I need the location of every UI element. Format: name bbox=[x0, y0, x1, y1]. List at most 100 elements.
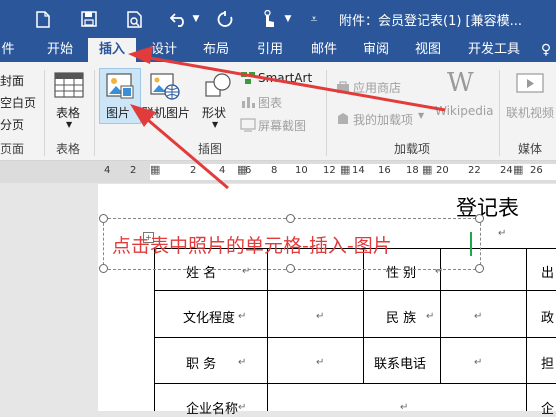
ruler-number: 2 bbox=[190, 165, 197, 176]
my-addins-button[interactable]: 我的加载项 bbox=[353, 111, 413, 128]
resize-handle[interactable] bbox=[286, 264, 295, 273]
table-cell[interactable]: 文化程度 bbox=[183, 307, 235, 326]
window-title: 附件：会员登记表(1) [兼容模... bbox=[339, 14, 523, 29]
online-video-icon bbox=[516, 72, 544, 96]
undo-dropdown-icon[interactable]: ▼ bbox=[190, 7, 202, 31]
print-preview-icon[interactable] bbox=[124, 7, 146, 31]
paragraph-mark: ↵ bbox=[238, 311, 247, 322]
undo-icon[interactable] bbox=[168, 7, 190, 31]
paragraph-mark: ↵ bbox=[400, 402, 409, 413]
tab-layout[interactable]: 布局 bbox=[196, 38, 236, 62]
text-cursor bbox=[470, 232, 472, 256]
resize-handle[interactable] bbox=[286, 214, 295, 223]
ruler-number: 16 bbox=[378, 165, 391, 176]
ruler-number: 2 bbox=[130, 165, 137, 176]
touch-mode-icon[interactable] bbox=[258, 7, 280, 31]
ruler-number: 24 bbox=[500, 165, 513, 176]
shapes-icon[interactable] bbox=[204, 72, 232, 100]
screenshot-button[interactable]: 屏幕截图 bbox=[258, 117, 306, 134]
chevron-down-icon[interactable]: ▼ bbox=[212, 120, 218, 129]
tell-me-icon[interactable]: ♀ bbox=[536, 38, 556, 62]
store-button[interactable]: 应用商店 bbox=[353, 79, 401, 96]
online-picture-button[interactable]: 联机图片 bbox=[142, 104, 190, 121]
page-break-button[interactable]: 分页 bbox=[0, 116, 24, 133]
tab-developer[interactable]: 开发工具 bbox=[464, 38, 524, 62]
ruler-column-marker[interactable]: ▦ bbox=[340, 163, 350, 176]
table-group-label: 表格 bbox=[56, 142, 81, 156]
shapes-button[interactable]: 形状 bbox=[202, 104, 226, 121]
ruler-column-marker[interactable]: ▦ bbox=[237, 163, 247, 176]
store-icon bbox=[336, 79, 350, 93]
table-cell[interactable]: 担 bbox=[541, 353, 554, 372]
tab-view[interactable]: 视图 bbox=[408, 38, 448, 62]
online-picture-icon[interactable] bbox=[150, 72, 180, 100]
paragraph-mark: ↵ bbox=[238, 357, 247, 368]
customize-qat-icon[interactable]: ⩡ bbox=[306, 7, 322, 31]
table-border bbox=[267, 248, 268, 411]
my-addins-icon bbox=[336, 111, 350, 125]
wikipedia-icon: W bbox=[447, 68, 474, 98]
resize-handle[interactable] bbox=[99, 264, 108, 273]
resize-handle[interactable] bbox=[99, 214, 108, 223]
ruler-column-marker[interactable]: ▦ bbox=[150, 163, 160, 176]
table-icon[interactable] bbox=[54, 72, 84, 98]
tab-references[interactable]: 引用 bbox=[250, 38, 290, 62]
table-border bbox=[154, 337, 556, 338]
online-video-button[interactable]: 联机视频 bbox=[506, 104, 554, 121]
tab-review[interactable]: 审阅 bbox=[356, 38, 396, 62]
resize-handle[interactable] bbox=[475, 264, 484, 273]
smartart-icon bbox=[240, 70, 256, 86]
table-border bbox=[154, 383, 556, 384]
table-cell[interactable]: 出 bbox=[541, 262, 554, 281]
picture-icon bbox=[106, 72, 134, 100]
ruler-number: 14 bbox=[352, 165, 365, 176]
chevron-down-icon[interactable]: ▼ bbox=[418, 111, 424, 120]
table-border bbox=[154, 248, 155, 411]
screenshot-icon bbox=[240, 117, 256, 132]
save-icon[interactable] bbox=[78, 7, 100, 31]
table-cell[interactable]: 职 务 bbox=[186, 353, 216, 372]
smartart-button[interactable]: SmartArt bbox=[258, 71, 312, 85]
blank-page-button[interactable]: 空白页 bbox=[0, 94, 36, 111]
ruler-number: 22 bbox=[468, 165, 481, 176]
ribbon-tabs: 件 开始 插入 设计 布局 引用 邮件 审阅 视图 开发工具 ♀ bbox=[0, 38, 556, 62]
tab-insert[interactable]: 插入 bbox=[88, 38, 136, 62]
paragraph-mark: ↵ bbox=[426, 311, 435, 322]
cover-page-button[interactable]: 封面 bbox=[0, 72, 24, 89]
ruler-number: 4 bbox=[104, 165, 111, 176]
paragraph-mark: ↵ bbox=[238, 402, 247, 413]
chart-icon bbox=[240, 94, 256, 108]
horizontal-ruler[interactable]: 4 2 2 4 6 8 10 12 14 16 18 20 22 24 26 ▦… bbox=[0, 161, 556, 183]
tab-design[interactable]: 设计 bbox=[144, 38, 184, 62]
table-border bbox=[154, 290, 556, 291]
ruler-column-marker[interactable]: ▦ bbox=[422, 163, 432, 176]
table-cell[interactable]: 民 族 bbox=[386, 307, 416, 326]
table-border bbox=[526, 248, 527, 411]
wikipedia-button[interactable]: Wikipedia bbox=[435, 104, 494, 118]
tab-mailings[interactable]: 邮件 bbox=[304, 38, 344, 62]
touch-dropdown-icon[interactable]: ▼ bbox=[282, 7, 294, 31]
resize-handle[interactable] bbox=[475, 214, 484, 223]
ruler-number: 26 bbox=[530, 165, 543, 176]
addins-group-label: 加载项 bbox=[394, 142, 431, 156]
paragraph-mark: ↵ bbox=[316, 357, 325, 368]
redo-icon[interactable] bbox=[214, 7, 236, 31]
picture-button-label: 图片 bbox=[106, 106, 131, 120]
chart-button[interactable]: 图表 bbox=[258, 94, 282, 111]
table-cell[interactable]: 政 bbox=[541, 307, 554, 326]
illustrations-group-label: 插图 bbox=[198, 142, 223, 156]
paragraph-mark: ↵ bbox=[474, 357, 483, 368]
tab-home[interactable]: 开始 bbox=[40, 38, 80, 62]
chevron-down-icon[interactable]: ▼ bbox=[66, 120, 72, 129]
tab-file[interactable]: 件 bbox=[0, 38, 16, 62]
media-group-label: 媒体 bbox=[518, 142, 543, 156]
paragraph-mark: ↵ bbox=[474, 311, 483, 322]
table-cell[interactable]: 联系电话 bbox=[374, 353, 426, 372]
table-button-label[interactable]: 表格 bbox=[56, 104, 80, 121]
paragraph-mark: ↵ bbox=[316, 311, 325, 322]
table-cell[interactable]: 企业名称 bbox=[186, 398, 238, 417]
new-doc-icon[interactable] bbox=[32, 7, 54, 31]
paragraph-mark: ↵ bbox=[498, 228, 507, 239]
table-cell[interactable]: 企 bbox=[541, 398, 554, 417]
ruler-column-marker[interactable]: ▦ bbox=[513, 163, 523, 176]
